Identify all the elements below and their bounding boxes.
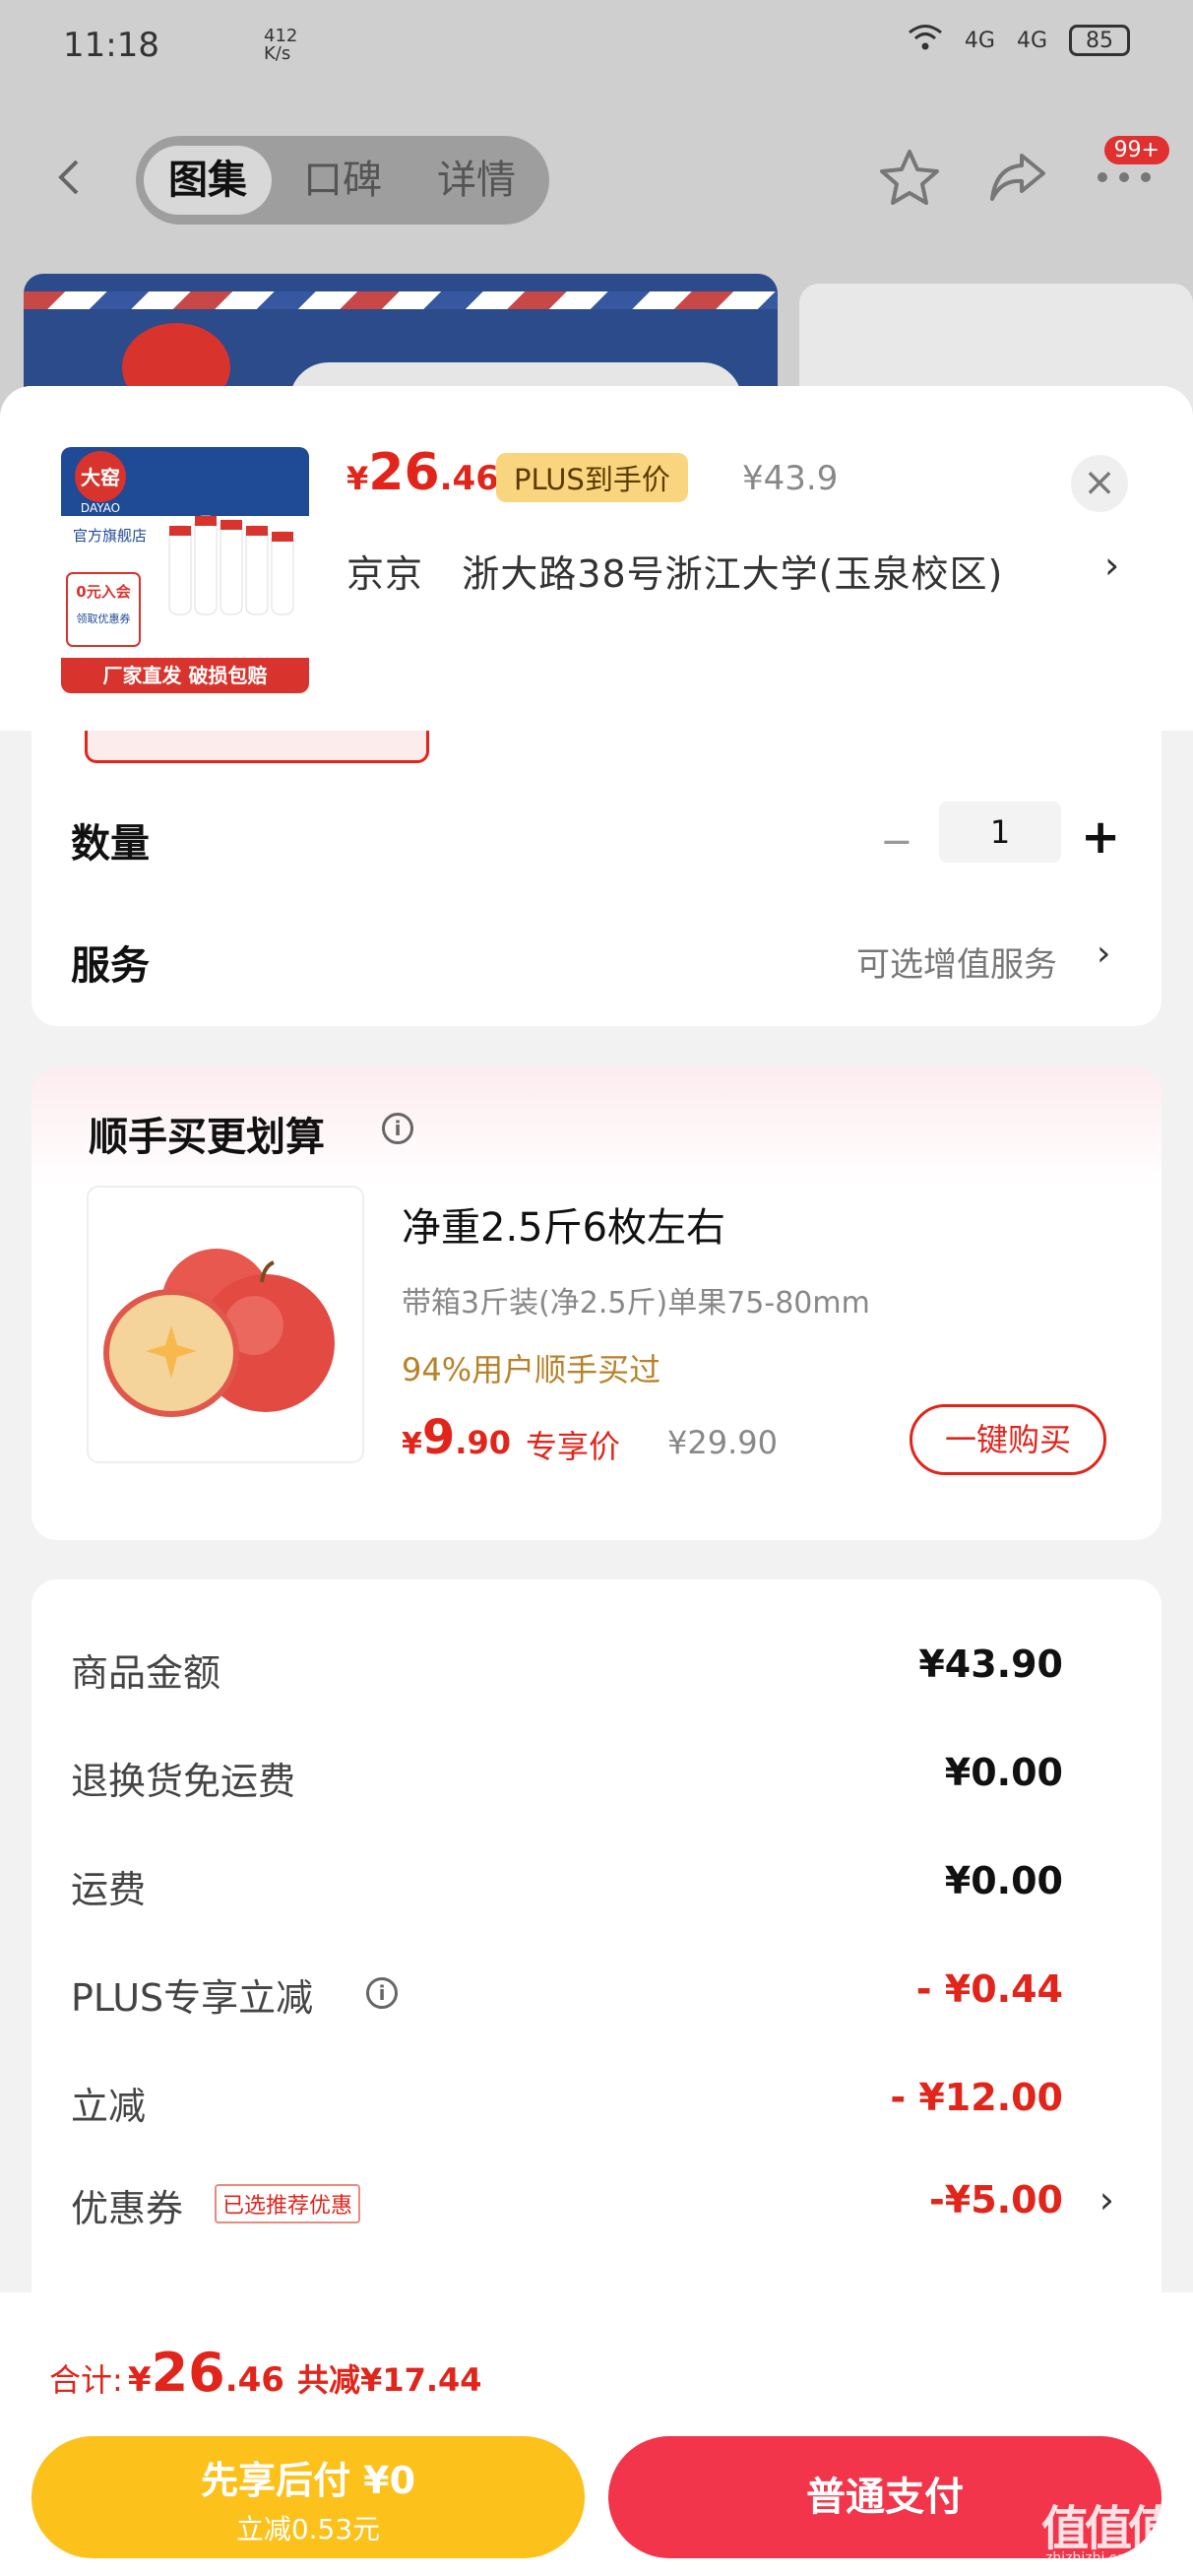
status-icons: 4G 4G 85 <box>908 24 1130 57</box>
purchase-sheet: 大窑 DAYAO 官方旗舰店 0元入会 领取优惠券 厂家直发 破损包赔 ¥26.… <box>0 386 1193 2576</box>
original-price: ¥43.9 <box>742 459 839 498</box>
summary-value: - ¥0.44 <box>915 1967 1063 2011</box>
svg-text:领取优惠券: 领取优惠券 <box>77 612 131 625</box>
summary-label: 立减 <box>71 2085 147 2128</box>
star-icon[interactable] <box>878 148 941 211</box>
total-saved: 共减¥17.44 <box>297 2361 482 2399</box>
quantity-minus-button[interactable]: − <box>880 819 913 865</box>
svg-text:0元入会: 0元入会 <box>76 583 130 601</box>
close-icon[interactable]: × <box>1071 455 1128 512</box>
summary-row-instant-discount: 立减 - ¥12.00 <box>71 2076 1114 2135</box>
apple-image[interactable] <box>87 1186 364 1463</box>
summary-value: - ¥12.00 <box>890 2076 1063 2119</box>
quantity-plus-button[interactable]: + <box>1081 813 1120 861</box>
signal-icon: 4G <box>964 28 995 53</box>
chevron-right-icon[interactable]: › <box>1099 2178 1114 2222</box>
svg-text:厂家直发 破损包赔: 厂家直发 破损包赔 <box>103 664 268 687</box>
summary-label: 退换货免运费 <box>71 1760 296 1803</box>
plus-price-tag: PLUS到手价 <box>496 453 688 502</box>
summary-row-coupon[interactable]: 优惠券 已选推荐优惠 -¥5.00 › <box>71 2178 1114 2237</box>
summary-row-plus-discount: PLUS专享立减 i - ¥0.44 <box>71 1967 1114 2027</box>
svg-text:DAYAO: DAYAO <box>81 501 120 515</box>
variant-option-partial[interactable] <box>85 731 429 763</box>
summary-row-return-shipping: 退换货免运费 ¥0.00 <box>71 1751 1114 1810</box>
addon-card: 顺手买更划算 i 净重2.5斤6枚左右 带箱3斤装(净2.5斤)单果75-80m… <box>31 1067 1162 1540</box>
message-badge: 99+ <box>1103 136 1169 164</box>
svg-text:官方旗舰店: 官方旗舰店 <box>73 527 147 545</box>
addon-original-price: ¥29.90 <box>667 1424 778 1461</box>
watermark-site: zhizhizhi.com <box>1045 2550 1139 2566</box>
watermark-logo: 值值值 <box>1041 2501 1175 2556</box>
network-speed: 412 K/s <box>264 26 298 64</box>
summary-value: -¥5.00 <box>929 2178 1063 2222</box>
summary-label: 商品金额 <box>71 1651 221 1695</box>
product-thumbnail: 大窑 DAYAO 官方旗舰店 0元入会 领取优惠券 厂家直发 破损包赔 <box>61 447 309 693</box>
one-click-buy-button[interactable]: 一键购买 <box>910 1404 1106 1475</box>
addon-spec: 带箱3斤装(净2.5斤)单果75-80mm <box>402 1286 870 1320</box>
quantity-card: 数量 − 1 + 服务 可选增值服务 › <box>31 731 1162 1026</box>
tab-details[interactable]: 详情 <box>417 146 535 215</box>
tab-gallery[interactable]: 图集 <box>144 146 272 215</box>
tab-group: 图集 口碑 详情 <box>136 136 549 225</box>
summary-value: ¥43.90 <box>918 1642 1063 1686</box>
total-price: 合计: ¥26.46 共减¥17.44 <box>49 2342 482 2404</box>
recommended-coupon-tag: 已选推荐优惠 <box>215 2184 361 2223</box>
addon-title: 顺手买更划算 <box>89 1115 325 1160</box>
summary-row-shipping: 运费 ¥0.00 <box>71 1859 1114 1918</box>
pay-later-label: 先享后付 ¥0 <box>200 2459 416 2502</box>
addon-name[interactable]: 净重2.5斤6枚左右 <box>402 1195 725 1253</box>
summary-label: PLUS专享立减 <box>71 1976 314 2020</box>
quantity-input[interactable]: 1 <box>939 802 1061 863</box>
exclusive-price-label: 专享价 <box>526 1428 621 1465</box>
checkout-bar: 合计: ¥26.46 共减¥17.44 先享后付 ¥0 立减0.53元 普通支付 <box>0 2292 1193 2576</box>
info-icon[interactable]: i <box>366 1977 398 2009</box>
pay-later-button[interactable]: 先享后付 ¥0 立减0.53元 <box>31 2436 585 2558</box>
brand-logo-text: 大窑 <box>81 466 120 489</box>
delivery-address[interactable]: 京京 浙大路38号浙江大学(玉泉校区) <box>346 544 1003 598</box>
pay-later-discount: 立减0.53元 <box>235 2513 381 2545</box>
nav-bar: 图集 口碑 详情 99+ <box>0 128 1193 236</box>
product-price: ¥26.46 <box>346 443 499 502</box>
signal-icon-2: 4G <box>1016 28 1047 53</box>
wifi-icon <box>908 24 943 57</box>
quantity-label: 数量 <box>71 821 150 867</box>
more-icon[interactable] <box>1095 169 1154 189</box>
sheet-header: 大窑 DAYAO 官方旗舰店 0元入会 领取优惠券 厂家直发 破损包赔 ¥26.… <box>0 386 1193 731</box>
price-summary-card: 商品金额 ¥43.90 退换货免运费 ¥0.00 运费 ¥0.00 PLUS专享… <box>31 1579 1162 2328</box>
background-page: 11:18 412 K/s 4G 4G 85 图集 口碑 详情 99+ <box>0 0 1193 423</box>
chevron-right-icon[interactable]: › <box>1104 544 1119 587</box>
back-icon[interactable] <box>51 158 91 197</box>
info-icon[interactable]: i <box>382 1113 413 1144</box>
share-icon[interactable] <box>988 150 1047 209</box>
status-bar: 11:18 412 K/s 4G 4G 85 <box>0 0 1193 94</box>
status-time: 11:18 <box>63 26 159 65</box>
addon-price: ¥9.90 <box>402 1410 511 1465</box>
service-label: 服务 <box>71 943 150 989</box>
summary-label: 运费 <box>71 1868 147 1911</box>
summary-row-subtotal: 商品金额 ¥43.90 <box>71 1642 1114 1702</box>
service-value[interactable]: 可选增值服务 <box>856 937 1057 986</box>
chevron-right-icon[interactable]: › <box>1097 934 1110 974</box>
battery-icon: 85 <box>1069 25 1130 56</box>
summary-value: ¥0.00 <box>944 1859 1063 1902</box>
tab-reviews[interactable]: 口碑 <box>283 146 402 215</box>
addon-stat: 94%用户顺手买过 <box>402 1351 661 1388</box>
summary-value: ¥0.00 <box>944 1751 1063 1794</box>
summary-label: 优惠券 <box>71 2187 184 2230</box>
